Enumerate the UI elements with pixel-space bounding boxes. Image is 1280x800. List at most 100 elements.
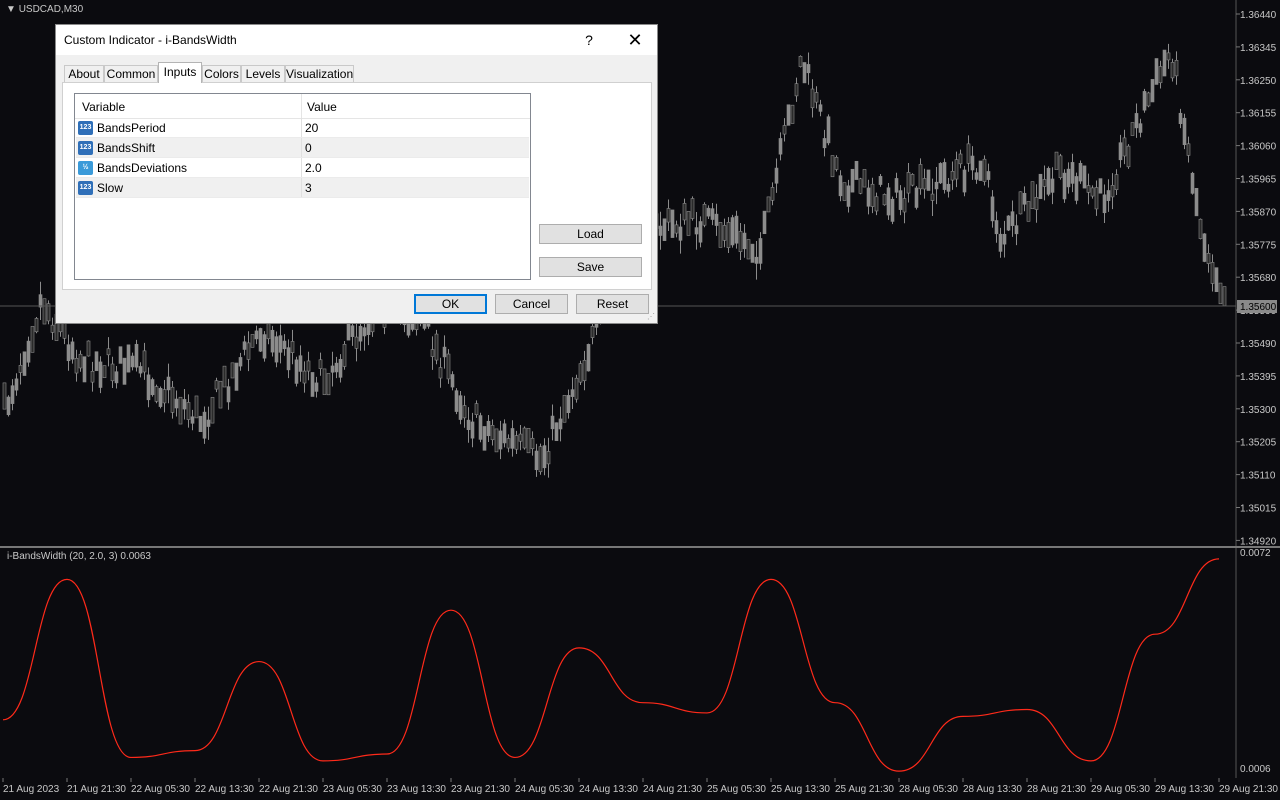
candle-body	[254, 330, 259, 340]
variable-value[interactable]: 3	[305, 181, 312, 195]
candle-body	[66, 344, 71, 362]
candle-body	[742, 232, 747, 250]
candle-body	[250, 334, 255, 348]
candle-body	[1210, 262, 1215, 284]
time-tick-label: 21 Aug 2023	[3, 784, 60, 795]
candle-body	[1090, 187, 1095, 197]
candle-body	[714, 213, 719, 226]
candle-body	[1166, 52, 1171, 61]
reset-button[interactable]: Reset	[576, 294, 649, 314]
candle-body	[986, 171, 991, 180]
candle-body	[26, 340, 31, 363]
candle-body	[442, 346, 447, 358]
candle-body	[142, 350, 147, 373]
variable-value[interactable]: 2.0	[305, 161, 322, 175]
variable-value[interactable]: 0	[305, 141, 312, 155]
candle-body	[942, 162, 947, 190]
column-header-variable[interactable]: Variable	[82, 100, 125, 114]
candle-body	[874, 196, 879, 212]
time-axis: 21 Aug 2023 21 Aug 21:30 22 Aug 05:30 22 Au…	[2, 778, 1278, 795]
tab-common[interactable]: Common	[104, 65, 158, 82]
candle-body	[1178, 112, 1183, 124]
candle-body	[834, 157, 839, 170]
resize-grip-icon[interactable]: ⋰	[647, 313, 655, 321]
candle-body	[1034, 197, 1039, 210]
double-type-icon: ½	[78, 161, 93, 175]
candle-body	[534, 450, 539, 471]
candle-body	[50, 324, 55, 333]
inputs-table[interactable]: Variable Value 123 BandsPeriod 20 123 Ba…	[74, 93, 531, 280]
candle-body	[262, 334, 267, 359]
candle-body	[574, 377, 579, 400]
symbol-timeframe-label[interactable]: ▼ USDCAD,M30	[6, 4, 83, 15]
table-row[interactable]: 123 BandsShift 0	[76, 138, 529, 158]
save-button[interactable]: Save	[539, 257, 642, 277]
time-tick-label: 25 Aug 21:30	[835, 784, 894, 795]
candle-body	[546, 451, 551, 465]
candle-body	[70, 341, 75, 360]
candle-body	[666, 208, 671, 223]
candle-body	[802, 62, 807, 84]
candle-body	[910, 174, 915, 186]
price-tick-label: 1.35680	[1240, 273, 1277, 284]
candle-body	[270, 329, 275, 353]
price-axis: 1.36440 1.36345 1.36250 1.36155 1.36060 1.359…	[1236, 10, 1277, 547]
candle-body	[698, 221, 703, 243]
cancel-button[interactable]: Cancel	[495, 294, 568, 314]
load-button[interactable]: Load	[539, 224, 642, 244]
candle-body	[1122, 137, 1127, 157]
candle-body	[1206, 252, 1211, 264]
tab-inputs[interactable]: Inputs	[158, 62, 202, 83]
column-header-value[interactable]: Value	[307, 100, 337, 114]
tab-levels[interactable]: Levels	[241, 65, 285, 82]
candle-body	[1002, 233, 1007, 245]
table-row[interactable]: 123 Slow 3	[76, 178, 529, 198]
candle-body	[886, 187, 891, 216]
candle-body	[938, 163, 943, 184]
candle-body	[826, 116, 831, 144]
candle-body	[718, 222, 723, 248]
candle-body	[314, 382, 319, 392]
candle-body	[42, 298, 47, 325]
variable-name: BandsShift	[97, 141, 156, 155]
candle-body	[774, 167, 779, 184]
candle-body	[498, 430, 503, 450]
candle-body	[286, 347, 291, 371]
candle-body	[466, 419, 471, 431]
candle-body	[1042, 179, 1047, 187]
candle-body	[1078, 162, 1083, 182]
candle-body	[734, 215, 739, 244]
price-tick-label: 1.36345	[1240, 43, 1277, 54]
candle-body	[326, 373, 331, 396]
candle-body	[518, 433, 523, 442]
candle-body	[158, 387, 163, 407]
dialog-title: Custom Indicator - i-BandsWidth	[64, 33, 237, 47]
table-row[interactable]: 123 BandsPeriod 20	[76, 118, 529, 138]
candle-body	[86, 340, 91, 357]
candle-body	[10, 385, 15, 404]
candle-body	[162, 389, 167, 404]
candle-body	[130, 355, 135, 368]
candle-body	[818, 104, 823, 112]
candle-body	[178, 396, 183, 425]
candle-body	[726, 222, 731, 248]
candle-body	[258, 328, 263, 352]
tab-colors[interactable]: Colors	[202, 65, 241, 82]
variable-value[interactable]: 20	[305, 121, 318, 135]
tab-about[interactable]: About	[64, 65, 104, 82]
ok-button[interactable]: OK	[414, 294, 487, 314]
candle-body	[1110, 185, 1115, 198]
candle-body	[298, 355, 303, 372]
column-divider[interactable]	[301, 94, 302, 118]
candle-body	[690, 198, 695, 219]
candle-body	[322, 368, 327, 395]
candle-body	[278, 335, 283, 353]
tab-visualization[interactable]: Visualization	[285, 65, 354, 82]
candle-body	[806, 64, 811, 74]
candle-body	[306, 360, 311, 372]
dropdown-triangle-icon[interactable]: ▼	[6, 4, 16, 15]
help-button[interactable]: ?	[566, 25, 612, 55]
close-icon[interactable]: ✕	[612, 25, 658, 55]
dialog-titlebar[interactable]: Custom Indicator - i-BandsWidth ? ✕	[56, 25, 657, 55]
table-row[interactable]: ½ BandsDeviations 2.0	[76, 158, 529, 178]
